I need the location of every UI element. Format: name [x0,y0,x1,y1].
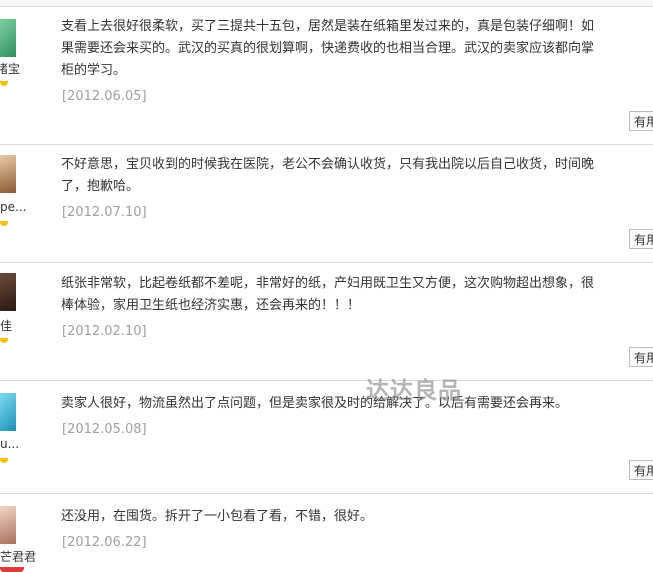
review-date: [2012.07.10] [62,205,147,220]
username[interactable]: u... [0,437,40,451]
review-date: [2012.02.10] [62,324,147,339]
review-item: pe... 不好意思，宝贝收到的时候我在医院，老公不会确认收货，只有我出院以后自… [0,145,653,263]
gold-heart-icon [0,458,8,463]
review-date: [2012.05.08] [62,422,147,437]
username[interactable]: 猪宝 [0,60,36,77]
useful-button[interactable]: 有用 [629,229,653,249]
review-content-line: 不好意思，宝贝收到的时候我在医院，老公不会确认收货，只有我出院以后自己收货，时间… [61,157,595,172]
review-content-line: 支看上去很好很柔软，买了三提共十五包，居然是装在纸箱里发过来的，真是包装仔细啊！… [61,19,595,34]
username[interactable]: 芒君君 [0,548,40,565]
useful-button[interactable]: 有用 [629,460,653,480]
review-content: 卖家人很好，物流虽然出了点问题，但是卖家很及时的给解决了。以后有需要还会再来。 [61,393,641,415]
review-content-line: 纸张非常软，比起卷纸都不差呢，非常好的纸，产妇用既卫生又方便，这次购物超出想象，… [61,276,595,291]
avatar[interactable] [0,19,16,57]
top-divider [0,0,653,7]
watermark: 达达良品 [366,378,462,404]
gold-heart-icon [0,338,8,343]
avatar[interactable] [0,155,16,193]
review-content: 纸张非常软，比起卷纸都不差呢，非常好的纸，产妇用既卫生又方便，这次购物超出想象，… [61,273,641,317]
review-content-line: 卖家人很好，物流虽然出了点问题，但是卖家很及时的给解决了。以后有需要还会再来。 [61,396,569,411]
review-content-line: 柜的学习。 [61,63,127,78]
review-date: [2012.06.22] [62,535,147,550]
review-item: 猪宝 支看上去很好很柔软，买了三提共十五包，居然是装在纸箱里发过来的，真是包装仔… [0,7,653,145]
gold-heart-icon [0,81,8,86]
review-content-line: 棒体验，家用卫生纸也经济实惠，还会再来的！！！ [61,298,361,313]
useful-button[interactable]: 有用 [629,347,653,367]
review-content: 支看上去很好很柔软，买了三提共十五包，居然是装在纸箱里发过来的，真是包装仔细啊！… [61,16,641,82]
username[interactable]: pe... [0,200,40,214]
review-content-line: 还没用，在囤货。拆开了一小包看了看，不错，很好。 [61,509,374,524]
avatar[interactable] [0,506,16,544]
gold-heart-icon [0,221,8,226]
review-date: [2012.06.05] [62,89,147,104]
review-item: u... 卖家人很好，物流虽然出了点问题，但是卖家很及时的给解决了。以后有需要还… [0,381,653,494]
username[interactable]: 佳 [0,317,40,334]
review-content-line: 了，抱歉哈。 [61,179,140,194]
avatar[interactable] [0,273,16,311]
useful-button[interactable]: 有用 [629,111,653,131]
review-content-line: 果需要还会来买的。武汉的买真的很划算啊，快递费收的也相当合理。武汉的卖家应该都向… [61,41,595,56]
review-item: 佳 纸张非常软，比起卷纸都不差呢，非常好的纸，产妇用既卫生又方便，这次购物超出想… [0,263,653,381]
review-content: 还没用，在囤货。拆开了一小包看了看，不错，很好。 [61,506,641,528]
review-item: 芒君君 还没用，在囤货。拆开了一小包看了看，不错，很好。 [2012.06.22… [0,494,653,572]
gold-heart-icon [0,567,24,572]
review-content: 不好意思，宝贝收到的时候我在医院，老公不会确认收货，只有我出院以后自己收货，时间… [61,154,641,198]
avatar[interactable] [0,393,16,431]
